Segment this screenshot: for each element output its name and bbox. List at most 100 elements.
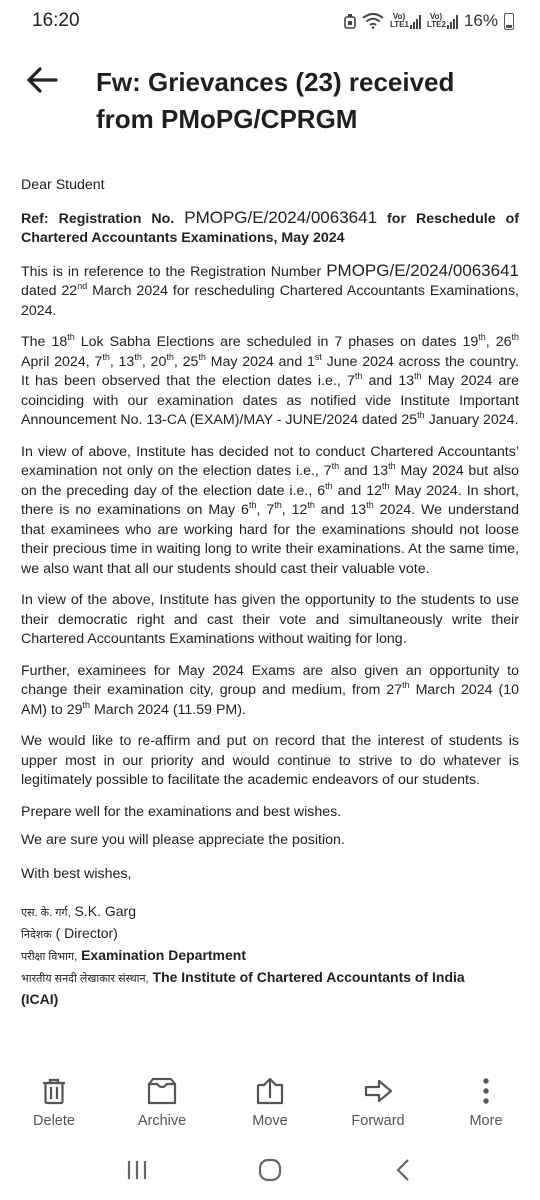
sim2-signal: Vo) LTE2	[427, 13, 458, 29]
ordinal-suffix: th	[166, 351, 174, 362]
move-label: Move	[252, 1113, 288, 1129]
sim1-signal: Vo) LTE1	[390, 13, 421, 29]
forward-label: Forward	[351, 1113, 405, 1129]
back-button[interactable]	[22, 60, 62, 100]
recents-button[interactable]	[107, 1150, 167, 1190]
text-run: Lok Sabha Elections are scheduled in 7 p…	[74, 334, 479, 350]
battery-icon	[504, 12, 514, 30]
text-run: , 7	[256, 502, 275, 518]
text-run: January 2024.	[424, 412, 519, 428]
signature-name-hi: एस. के. गर्ग,	[21, 907, 71, 919]
nav-back-button[interactable]	[373, 1150, 433, 1190]
battery-percent: 16%	[463, 11, 498, 30]
signature-title-hi: निदेशक	[21, 929, 52, 941]
signal-bars-icon	[446, 15, 458, 29]
signature-department: परीक्षा विभाग, Examination Department	[21, 946, 519, 967]
ref-label: Ref: Registration No.	[21, 210, 175, 227]
status-icons: Vo) LTE1 Vo) LTE2 16%	[344, 11, 514, 31]
greeting: Dear Student	[21, 177, 105, 193]
arrow-left-icon	[27, 67, 58, 93]
ordinal-suffix: th	[417, 410, 425, 420]
signature-title: निदेशक ( Director)	[21, 924, 519, 945]
paragraph-5: Further, examinees for May 2024 Exams ar…	[21, 662, 519, 721]
text-run: The 18	[21, 334, 68, 350]
alarm-icon	[344, 14, 356, 29]
signature-department-en: Examination Department	[81, 947, 247, 963]
home-icon	[258, 1158, 282, 1182]
text-run: , 20	[141, 353, 167, 370]
status-time: 16:20	[32, 10, 80, 31]
email-subject: Fw: Grievances (23) received from PMoPG/…	[96, 67, 455, 134]
signature-name-en: S.K. Garg	[74, 903, 136, 919]
more-vertical-icon	[483, 1078, 489, 1104]
ordinal-suffix: th	[388, 461, 396, 471]
signature-institute-hi: भारतीय सनदी लेखाकार संस्थान,	[21, 973, 149, 985]
sim2-label: Vo) LTE2	[426, 12, 446, 29]
sim1-label: Vo) LTE1	[389, 12, 409, 29]
ordinal-suffix: st	[314, 351, 322, 362]
ordinal-suffix: th	[331, 461, 340, 471]
archive-label: Archive	[137, 1113, 187, 1129]
signature-institute-en: The Institute of Chartered Accountants o…	[152, 969, 465, 985]
move-button[interactable]: Move	[216, 1068, 324, 1140]
ordinal-suffix: th	[198, 351, 206, 362]
text-run: , 26	[485, 334, 512, 350]
p1-a: This is in reference to the Registration…	[21, 263, 322, 280]
registration-number-inline: PMOPG/E/2024/0063641	[326, 260, 519, 280]
ordinal-suffix: th	[402, 680, 410, 690]
ordinal-suffix: th	[511, 332, 520, 342]
archive-button[interactable]: Archive	[108, 1068, 216, 1140]
text-run: March 2024 (11.59 PM).	[90, 701, 246, 718]
recents-icon	[127, 1161, 146, 1179]
signature-institute: भारतीय सनदी लेखाकार संस्थान, The Institu…	[21, 968, 519, 989]
paragraph-7: Prepare well for the examinations and be…	[21, 803, 342, 820]
wifi-icon	[362, 13, 384, 29]
text-run: , 13	[109, 353, 135, 370]
action-bar: Delete Archive Move Forward More	[0, 1068, 540, 1140]
paragraph-3: In view of above, Institute has decided …	[21, 443, 519, 580]
more-button[interactable]: More	[432, 1068, 540, 1140]
registration-number: PMOPG/E/2024/0063641	[184, 207, 378, 227]
ordinal-suffix: th	[67, 332, 75, 342]
ordinal-suffix: th	[102, 351, 110, 362]
signature-name: एस. के. गर्ग, S.K. Garg	[21, 902, 519, 923]
text-run: and 13	[314, 502, 367, 518]
ordinal-suffix: th	[478, 332, 486, 342]
p1-c: March 2024 for rescheduling Chartered Ac…	[21, 283, 519, 319]
paragraph-6: We would like to re-affirm and put on re…	[21, 733, 519, 788]
ordinal-suffix: th	[325, 480, 333, 491]
p1-b: dated 22	[21, 283, 78, 299]
email-header: Fw: Grievances (23) received from PMoPG/…	[0, 56, 540, 140]
status-bar: 16:20 Vo) LTE1 Vo) LTE2 16%	[0, 0, 540, 42]
system-nav-bar	[0, 1140, 540, 1200]
text-run: and 13	[362, 373, 415, 389]
p1-sup: nd	[77, 281, 88, 291]
ordinal-suffix: th	[307, 500, 315, 510]
text-run: and 12	[332, 482, 383, 499]
text-run: May 2024 and 1	[205, 353, 315, 370]
signature-title-en: ( Director)	[55, 925, 118, 941]
move-icon	[256, 1077, 284, 1105]
signature-department-hi: परीक्षा विभाग,	[21, 951, 78, 963]
home-button[interactable]	[240, 1150, 300, 1190]
signal-bars-icon	[409, 15, 421, 29]
trash-icon	[43, 1078, 65, 1105]
text-run: , 12	[281, 502, 308, 518]
reference-line: Ref: Registration No. PMOPG/E/2024/00636…	[21, 208, 519, 249]
text-run: , 25	[173, 353, 199, 370]
back-chevron-icon	[396, 1159, 410, 1181]
forward-icon	[364, 1079, 393, 1103]
ordinal-suffix: th	[134, 351, 142, 362]
forward-button[interactable]: Forward	[324, 1068, 432, 1140]
ordinal-suffix: th	[382, 480, 390, 491]
paragraph-2: The 18th Lok Sabha Elections are schedul…	[21, 333, 519, 431]
email-body: Dear Student Ref: Registration No. PMOPG…	[21, 176, 519, 1066]
paragraph-8: We are sure you will please appreciate t…	[21, 832, 345, 848]
paragraph-1: This is in reference to the Registration…	[21, 261, 519, 322]
closing: With best wishes,	[21, 865, 132, 882]
ordinal-suffix: th	[274, 500, 282, 510]
signature-abbrev: (ICAI)	[21, 991, 59, 1007]
delete-button[interactable]: Delete	[0, 1068, 108, 1140]
ordinal-suffix: th	[414, 371, 422, 381]
text-run: and 13	[339, 463, 389, 479]
